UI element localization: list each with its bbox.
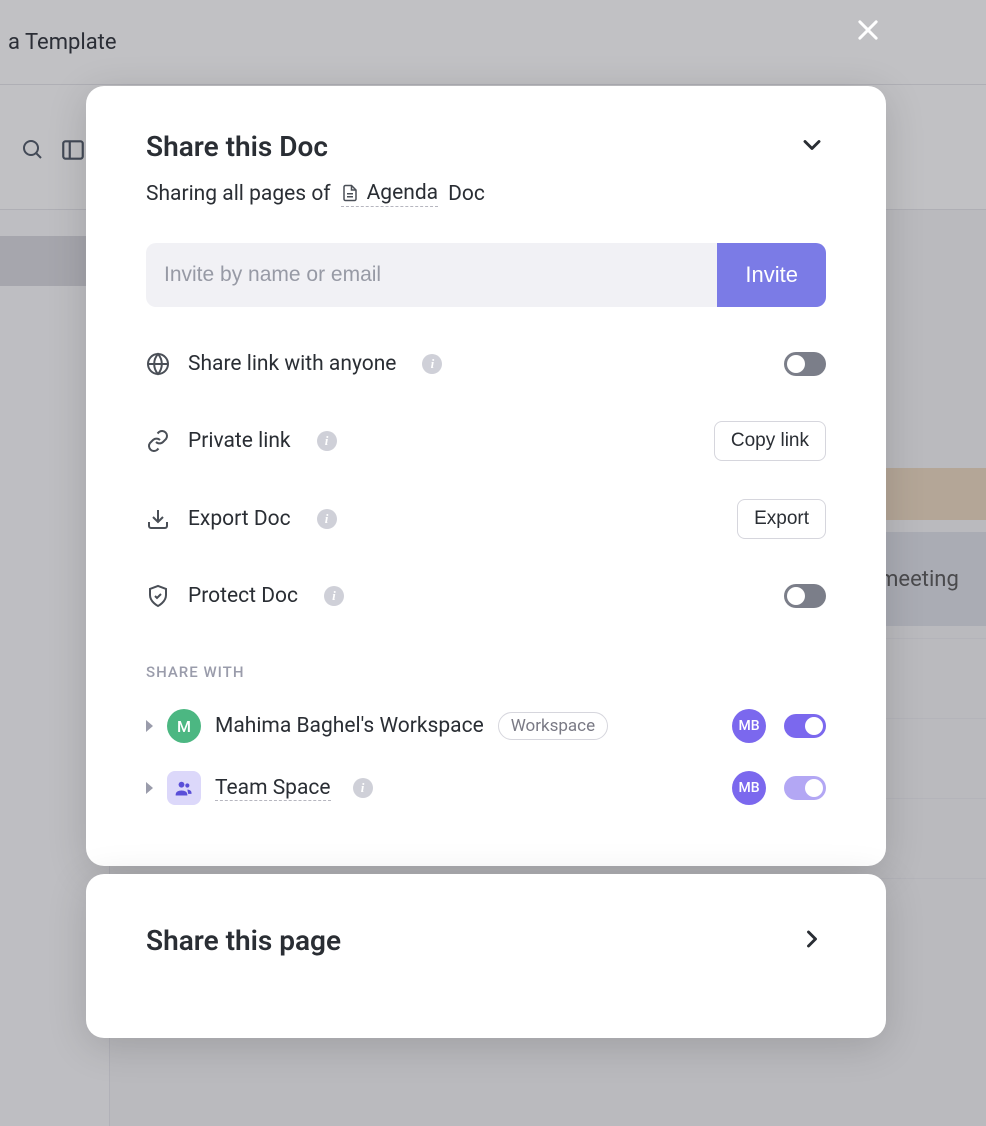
info-icon[interactable]: i <box>324 586 344 606</box>
copy-link-button[interactable]: Copy link <box>714 421 826 461</box>
share-link-toggle[interactable] <box>784 352 826 376</box>
download-icon <box>146 507 170 531</box>
share-page-title: Share this page <box>146 924 341 957</box>
collapse-button[interactable] <box>798 131 826 163</box>
export-doc-row: Export Doc i Export <box>146 499 826 539</box>
shield-icon <box>146 584 170 608</box>
globe-icon <box>146 352 170 376</box>
protect-doc-label: Protect Doc <box>188 584 298 608</box>
team-space-name[interactable]: Team Space <box>215 776 331 801</box>
share-page-modal[interactable]: Share this page <box>86 874 886 1038</box>
expand-caret-icon[interactable] <box>146 720 153 732</box>
close-button[interactable] <box>850 12 886 48</box>
workspace-avatar: M <box>167 709 201 743</box>
modal-subheader: Sharing all pages of Agenda Doc <box>146 181 826 207</box>
share-link-label: Share link with anyone <box>188 352 396 376</box>
member-avatar[interactable]: MB <box>732 709 766 743</box>
share-doc-modal: Share this Doc Sharing all pages of Agen… <box>86 86 886 866</box>
share-link-row: Share link with anyone i <box>146 345 826 383</box>
share-with-label: SHARE WITH <box>146 663 826 681</box>
share-row-workspace: M Mahima Baghel's Workspace Workspace MB <box>146 709 826 743</box>
close-icon <box>854 16 882 44</box>
share-row-team-space: Team Space i MB <box>146 771 826 805</box>
info-icon[interactable]: i <box>422 354 442 374</box>
doc-suffix: Doc <box>448 182 485 206</box>
modal-title: Share this Doc <box>146 130 328 163</box>
protect-doc-toggle[interactable] <box>784 584 826 608</box>
workspace-share-toggle[interactable] <box>784 714 826 738</box>
private-link-row: Private link i Copy link <box>146 421 826 461</box>
modal-header: Share this Doc <box>146 130 826 163</box>
doc-reference[interactable]: Agenda <box>341 181 439 207</box>
team-space-share-toggle[interactable] <box>784 776 826 800</box>
chevron-right-icon <box>798 925 826 953</box>
expand-caret-icon[interactable] <box>146 782 153 794</box>
workspace-badge: Workspace <box>498 712 608 740</box>
team-space-avatar <box>167 771 201 805</box>
link-icon <box>146 429 170 453</box>
info-icon[interactable]: i <box>317 509 337 529</box>
people-icon <box>174 778 194 798</box>
doc-icon <box>341 182 359 204</box>
export-doc-label: Export Doc <box>188 507 291 531</box>
info-icon[interactable]: i <box>317 431 337 451</box>
subheader-prefix: Sharing all pages of <box>146 182 331 206</box>
member-avatar[interactable]: MB <box>732 771 766 805</box>
invite-button[interactable]: Invite <box>717 243 826 307</box>
workspace-name[interactable]: Mahima Baghel's Workspace <box>215 714 484 738</box>
invite-row: Invite <box>146 243 826 307</box>
expand-button[interactable] <box>798 925 826 957</box>
private-link-label: Private link <box>188 429 291 453</box>
protect-doc-row: Protect Doc i <box>146 577 826 615</box>
info-icon[interactable]: i <box>353 778 373 798</box>
invite-input[interactable] <box>146 243 717 307</box>
chevron-down-icon <box>798 131 826 159</box>
export-button[interactable]: Export <box>737 499 826 539</box>
doc-name: Agenda <box>367 181 439 205</box>
